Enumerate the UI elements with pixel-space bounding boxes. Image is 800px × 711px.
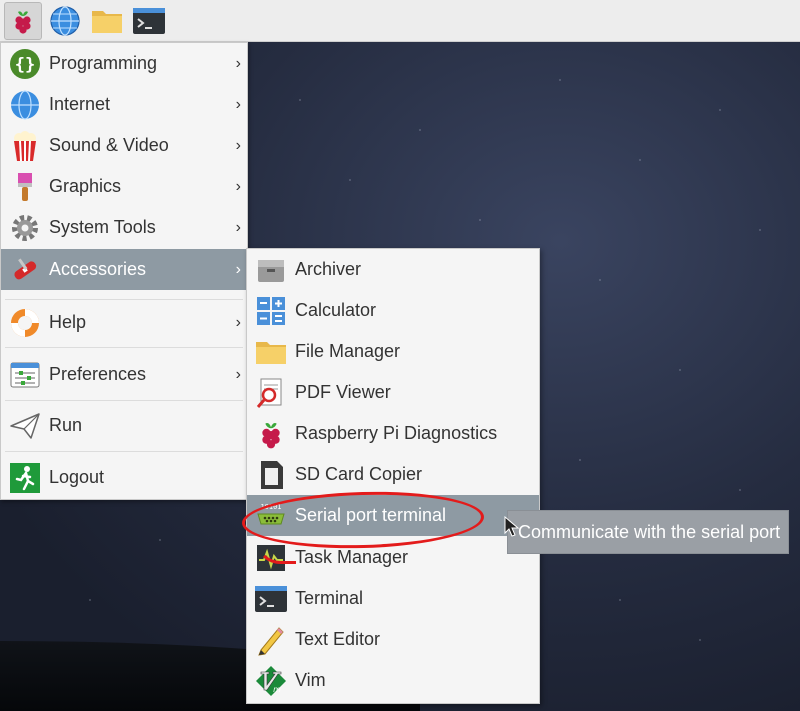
menu-item-accessories[interactable]: Accessories › — [1, 249, 247, 290]
terminal-button[interactable] — [130, 2, 168, 40]
terminal-icon — [133, 7, 165, 34]
archive-icon — [253, 252, 289, 288]
submenu-item-label: PDF Viewer — [295, 382, 391, 402]
menu-item-label: Accessories — [49, 259, 147, 279]
raspberry-menu-button[interactable] — [4, 1, 42, 40]
submenu-item-archiver[interactable]: Archiver — [247, 249, 539, 290]
menu-item-run[interactable]: Run — [1, 405, 247, 446]
terminal-icon — [253, 581, 289, 617]
submenu-item-terminal[interactable]: Terminal — [247, 578, 539, 619]
menu-item-label: Help — [49, 312, 87, 332]
menu-item-internet[interactable]: Internet › — [1, 84, 247, 125]
submenu-item-sd-card-copier[interactable]: SD Card Copier — [247, 454, 539, 495]
folder-icon — [253, 334, 289, 370]
menu-item-sound-video[interactable]: Sound & Video › — [1, 125, 247, 166]
popcorn-icon — [7, 128, 43, 164]
folder-icon — [92, 10, 122, 33]
menu-separator — [5, 451, 243, 452]
raspberry-icon — [253, 416, 289, 452]
submenu-item-pdf-viewer[interactable]: PDF Viewer — [247, 372, 539, 413]
submenu-item-label: Text Editor — [295, 629, 381, 649]
programming-icon: {} — [7, 46, 43, 82]
svg-text:{}: {} — [15, 55, 35, 75]
web-browser-button[interactable] — [46, 2, 84, 40]
menu-item-logout[interactable]: Logout — [1, 457, 247, 498]
submenu-item-vim[interactable]: m Vim — [247, 660, 539, 701]
menu-item-graphics[interactable]: Graphics › — [1, 166, 247, 207]
menu-separator — [5, 400, 243, 401]
tooltip-text: Communicate with the serial port — [518, 521, 781, 542]
raspberry-icon — [15, 10, 31, 34]
menu-item-label: System Tools — [49, 217, 156, 237]
menu-item-label: Internet — [49, 94, 111, 114]
submenu-item-raspberry-pi-diagnostics[interactable]: Raspberry Pi Diagnostics — [247, 413, 539, 454]
submenu-item-label: SD Card Copier — [295, 464, 423, 484]
menu-item-label: Logout — [49, 467, 105, 487]
paper-plane-icon — [7, 408, 43, 444]
submenu-item-label: Terminal — [295, 588, 364, 608]
menu-item-label: Preferences — [49, 364, 147, 384]
sd-card-icon — [253, 457, 289, 493]
chevron-right-icon: › — [235, 313, 241, 331]
chevron-right-icon: › — [235, 177, 241, 195]
menu-separator — [5, 347, 243, 348]
submenu-item-label: Raspberry Pi Diagnostics — [295, 423, 498, 443]
menu-separator — [5, 299, 243, 300]
gear-icon — [7, 210, 43, 246]
exit-icon — [7, 460, 43, 496]
menu-item-system-tools[interactable]: System Tools › — [1, 207, 247, 248]
main-menu: {} Programming › Internet › Sound & Vide… — [0, 42, 248, 500]
swiss-knife-icon — [7, 252, 43, 288]
file-manager-button[interactable] — [88, 2, 126, 40]
pdf-icon — [253, 375, 289, 411]
chevron-right-icon: › — [235, 365, 241, 383]
menu-item-preferences[interactable]: Preferences › — [1, 354, 247, 395]
menu-item-label: Graphics — [49, 176, 122, 196]
menu-item-programming[interactable]: {} Programming › — [1, 43, 247, 84]
submenu-item-text-editor[interactable]: Text Editor — [247, 619, 539, 660]
accessories-submenu: Archiver Calculator File Manager PDF Vie… — [246, 248, 540, 704]
paintbrush-icon — [7, 169, 43, 205]
globe-icon — [7, 87, 43, 123]
submenu-item-file-manager[interactable]: File Manager — [247, 331, 539, 372]
top-taskbar — [0, 0, 800, 42]
svg-text:m: m — [273, 685, 281, 694]
vim-icon: m — [253, 663, 289, 699]
submenu-item-calculator[interactable]: Calculator — [247, 290, 539, 331]
chevron-right-icon: › — [235, 54, 241, 72]
chevron-right-icon: › — [235, 95, 241, 113]
submenu-item-label: Calculator — [295, 300, 377, 320]
lifebuoy-icon — [7, 305, 43, 341]
chevron-right-icon: › — [235, 218, 241, 236]
pencil-icon — [253, 622, 289, 658]
submenu-item-label: Archiver — [295, 259, 362, 279]
menu-item-help[interactable]: Help › — [1, 302, 247, 343]
submenu-item-label: Task Manager — [295, 547, 409, 567]
menu-item-label: Run — [49, 415, 83, 435]
chevron-right-icon: › — [235, 260, 241, 278]
tooltip: Communicate with the serial port — [507, 510, 789, 554]
preferences-icon — [7, 357, 43, 393]
calculator-icon — [253, 293, 289, 329]
chevron-right-icon: › — [235, 136, 241, 154]
submenu-item-label: File Manager — [295, 341, 401, 361]
menu-item-label: Sound & Video — [49, 135, 169, 155]
globe-icon — [50, 5, 80, 36]
menu-item-label: Programming — [49, 53, 158, 73]
mouse-cursor-icon — [504, 516, 520, 537]
submenu-item-label: Vim — [295, 670, 326, 690]
